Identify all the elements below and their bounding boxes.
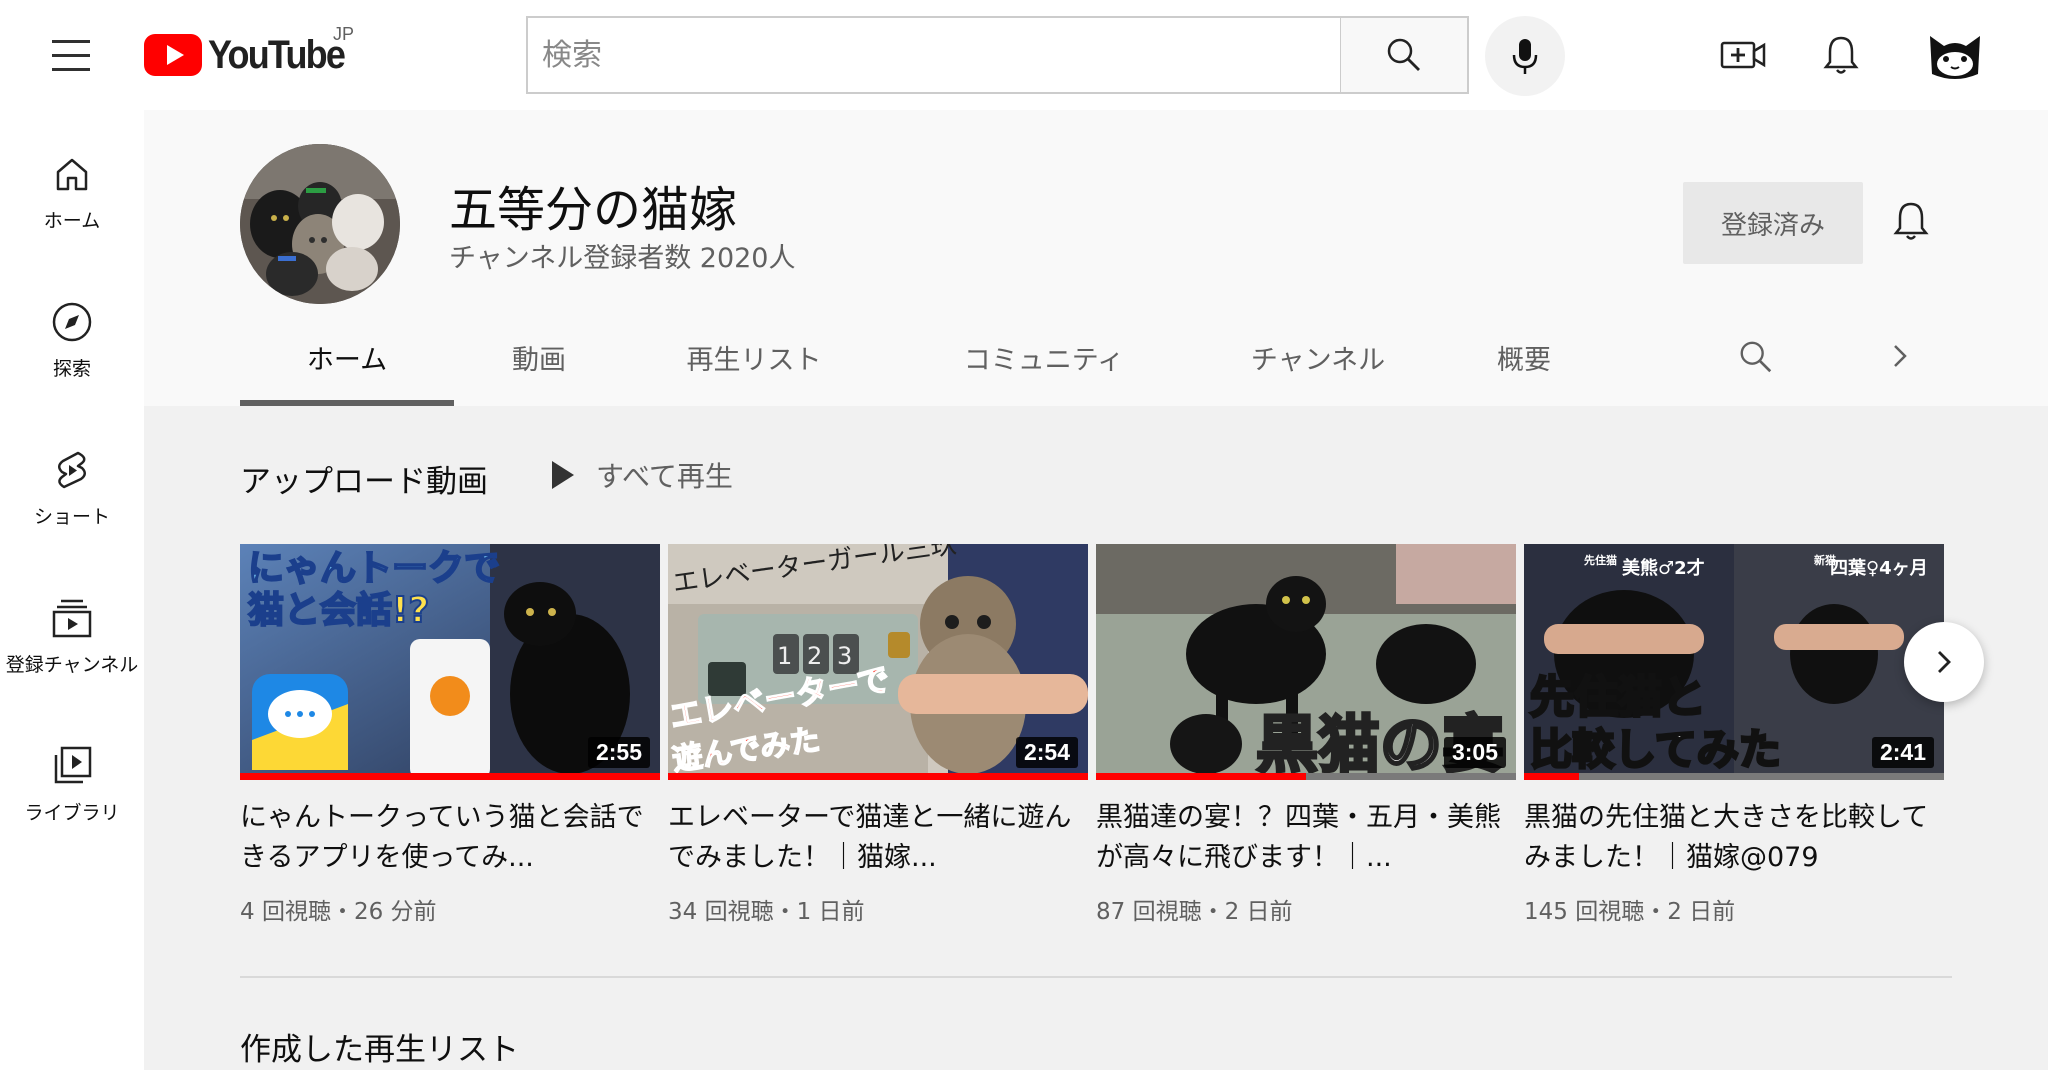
sidebar-item-subscriptions[interactable]: 登録チャンネル (0, 554, 144, 684)
subscriptions-icon (50, 596, 94, 640)
thumbnail-label: 美熊♂2才 (1622, 557, 1705, 579)
thumbnail-overlay-text: 猫と会話!? (248, 590, 429, 631)
video-card[interactable]: 1 2 3 エレベーターガール三玖 エレベーターで 遊んでみた 2:54 エレベ… (668, 544, 1088, 926)
video-meta: 145 回視聴・2 日前 (1524, 899, 1736, 925)
sidebar: ホーム 探索 ショート 登録チャンネル ライブラリ (0, 110, 144, 1070)
video-card[interactable]: 先住猫 美熊♂2才 新猫 四葉♀4ヶ月 先住猫と 比較してみた 2:41 黒猫の… (1524, 544, 1944, 926)
video-title[interactable]: エレベーターで猫達と一緒に遊んでみました！｜猫嫁... (668, 798, 1088, 878)
account-avatar[interactable] (1924, 24, 1986, 86)
video-duration: 3:05 (1443, 737, 1506, 768)
voice-search-button[interactable] (1485, 16, 1565, 96)
top-bar: YouTube JP (0, 0, 2048, 110)
tab-videos[interactable]: 動画 (464, 338, 614, 396)
panel-button-label: 1 (777, 642, 792, 670)
video-duration: 2:55 (587, 737, 650, 768)
sidebar-item-home[interactable]: ホーム (0, 110, 144, 240)
bell-icon (1823, 36, 1859, 74)
youtube-play-logo-icon (144, 34, 202, 76)
playlists-section-title: 作成した再生リスト (240, 1032, 519, 1068)
sidebar-item-library[interactable]: ライブラリ (0, 702, 144, 832)
shelf-next-button[interactable] (1904, 622, 1984, 702)
tabs-scroll-right-button[interactable] (1880, 338, 1920, 396)
tab-channels[interactable]: チャンネル (1218, 338, 1418, 396)
thumbnail-overlay-text: にゃんトークで (248, 548, 500, 589)
watch-progress-fill (1096, 773, 1306, 780)
tab-community[interactable]: コミュニティ (944, 338, 1144, 396)
thumbnail-overlay-text: 先住猫と (1530, 672, 1706, 723)
thumbnail-overlay-text: 比較してみた (1530, 725, 1781, 774)
video-thumbnail[interactable]: 1 2 3 エレベーターガール三玖 エレベーターで 遊んでみた 2:54 (668, 544, 1088, 780)
shorts-icon (50, 448, 94, 492)
sidebar-item-label: ライブラリ (24, 802, 120, 824)
bell-icon (1893, 202, 1929, 240)
search-icon (1387, 38, 1420, 71)
home-icon (50, 152, 94, 196)
logo-text: YouTube (208, 32, 346, 77)
play-icon (552, 461, 574, 489)
video-meta: 87 回視聴・2 日前 (1096, 899, 1293, 925)
watch-progress-bar (1096, 773, 1516, 780)
panel-button-label: 2 (807, 642, 822, 670)
video-card[interactable]: にゃんトークで 猫と会話!? 2:55 にゃんトークっていう猫と会話できるアプリ… (240, 544, 660, 926)
search-input[interactable] (528, 18, 1340, 92)
video-meta: 34 回視聴・1 日前 (668, 899, 865, 925)
thumbnail-label-small: 先住猫 (1584, 553, 1617, 567)
youtube-logo[interactable]: YouTube (144, 30, 359, 80)
video-camera-add-icon (1720, 41, 1766, 69)
watch-progress-bar (1524, 773, 1944, 780)
channel-content: アップロード動画 すべて再生 にゃんトークで 猫と会話!? 2:55 にゃんトー… (144, 406, 2048, 1070)
video-thumbnail[interactable]: 先住猫 美熊♂2才 新猫 四葉♀4ヶ月 先住猫と 比較してみた 2:41 (1524, 544, 1944, 780)
watch-progress-fill (240, 773, 660, 780)
sidebar-item-label: 探索 (52, 358, 91, 380)
create-video-button[interactable] (1718, 30, 1768, 80)
sidebar-item-label: 登録チャンネル (5, 654, 139, 676)
thumbnail-label: 四葉♀4ヶ月 (1830, 558, 1928, 579)
uploads-section-title: アップロード動画 (240, 464, 488, 500)
sidebar-item-shorts[interactable]: ショート (0, 406, 144, 536)
play-all-button[interactable]: すべて再生 (550, 452, 733, 498)
microphone-icon (1512, 39, 1538, 74)
notifications-button[interactable] (1816, 30, 1866, 80)
sidebar-item-label: ホーム (43, 210, 101, 232)
watch-progress-bar (668, 773, 1088, 780)
video-thumbnail[interactable]: 黒猫の宴 3:05 (1096, 544, 1516, 780)
search-button[interactable] (1341, 16, 1469, 94)
sidebar-item-explore[interactable]: 探索 (0, 258, 144, 388)
subscriber-count: チャンネル登録者数 2020人 (449, 243, 796, 274)
video-card[interactable]: 黒猫の宴 3:05 黒猫達の宴！？四葉・五月・美熊が高々に飛びます！｜... 8… (1096, 544, 1516, 926)
video-duration: 2:41 (1871, 737, 1934, 768)
watch-progress-fill (668, 773, 1088, 780)
video-meta: 4 回視聴・26 分前 (240, 899, 437, 925)
tab-about[interactable]: 概要 (1454, 338, 1594, 396)
search-icon (1740, 341, 1772, 373)
region-code: JP (333, 24, 355, 44)
chevron-right-icon (1938, 651, 1951, 673)
video-title[interactable]: にゃんトークっていう猫と会話できるアプリを使ってみ... (240, 798, 660, 878)
menu-icon[interactable] (52, 40, 92, 72)
channel-name: 五等分の猫嫁 (449, 182, 738, 238)
video-title[interactable]: 黒猫の先住猫と大きさを比較してみました！｜猫嫁@079 (1524, 798, 1944, 878)
tab-playlists[interactable]: 再生リスト (654, 338, 854, 396)
video-title[interactable]: 黒猫達の宴！？四葉・五月・美熊が高々に飛びます！｜... (1096, 798, 1516, 878)
channel-header: 五等分の猫嫁 チャンネル登録者数 2020人 登録済み ホーム 動画 再生リスト… (144, 110, 2048, 406)
subscribed-button[interactable]: 登録済み (1683, 182, 1863, 264)
section-divider (240, 976, 1952, 978)
compass-icon (50, 300, 94, 344)
library-icon (50, 744, 94, 788)
video-thumbnail[interactable]: にゃんトークで 猫と会話!? 2:55 (240, 544, 660, 780)
chevron-right-icon (1894, 345, 1907, 367)
tab-home[interactable]: ホーム (240, 338, 454, 396)
watch-progress-bar (240, 773, 660, 780)
cat-face-avatar-icon (1930, 36, 1980, 79)
play-all-label: すべて再生 (596, 460, 733, 493)
channel-search-button[interactable] (1734, 338, 1778, 396)
search-box (526, 16, 1342, 94)
sidebar-item-label: ショート (33, 506, 110, 528)
channel-avatar[interactable] (240, 144, 400, 304)
channel-avatar-cats-image (240, 144, 400, 304)
watch-progress-fill (1524, 773, 1579, 780)
video-duration: 2:54 (1015, 737, 1078, 768)
channel-notification-button[interactable] (1886, 196, 1936, 246)
